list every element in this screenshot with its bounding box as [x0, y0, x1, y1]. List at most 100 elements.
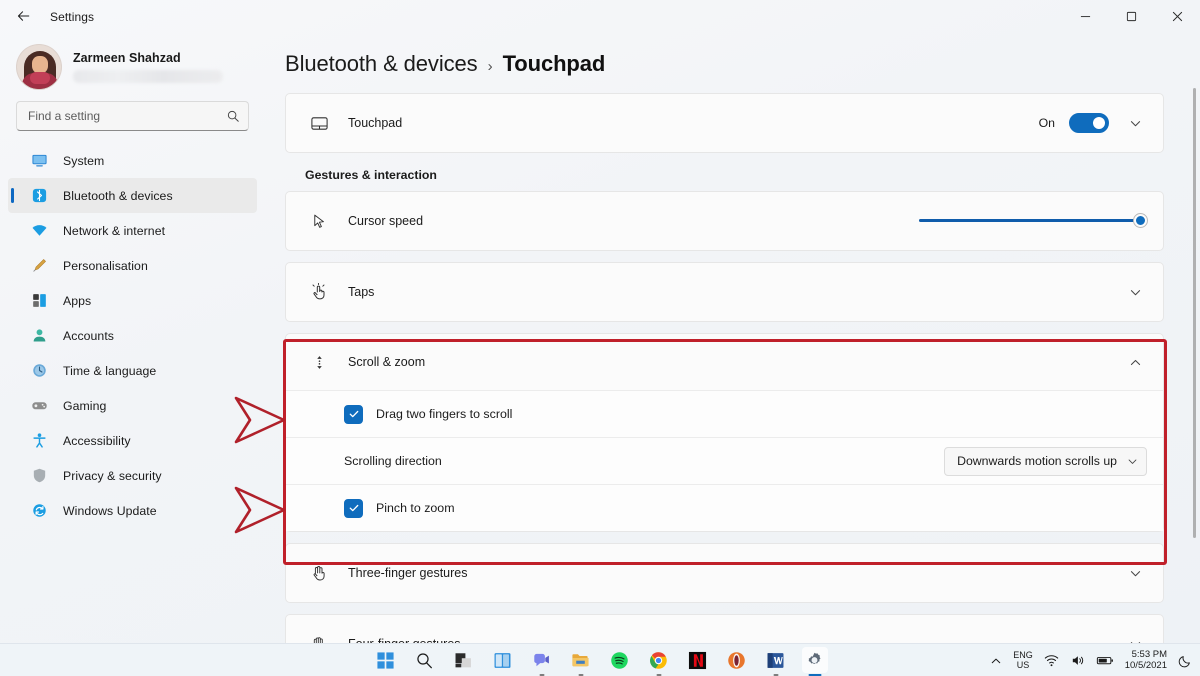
moon-icon[interactable]	[1178, 654, 1192, 668]
sidebar-item-label: Time & language	[63, 363, 157, 378]
tap-hand-icon	[308, 281, 330, 303]
breadcrumb-parent[interactable]: Bluetooth & devices	[285, 51, 478, 77]
scrolling-direction-dropdown[interactable]: Downwards motion scrolls up	[944, 446, 1147, 476]
drag-two-fingers-checkbox[interactable]	[344, 404, 363, 424]
cursor-speed-row: Cursor speed	[286, 192, 1163, 250]
file-explorer-icon[interactable]	[568, 647, 594, 676]
chevron-up-icon[interactable]	[1123, 350, 1147, 374]
taps-card: Taps	[285, 262, 1164, 322]
sidebar-item-system[interactable]: System	[8, 143, 257, 178]
shield-icon	[30, 467, 48, 485]
start-icon[interactable]	[373, 647, 399, 673]
back-arrow-icon	[17, 11, 29, 21]
maximize-button[interactable]	[1108, 0, 1154, 33]
scrolling-direction-row: Scrolling direction Downwards motion scr…	[286, 437, 1163, 484]
minimize-button[interactable]	[1062, 0, 1108, 33]
chevron-down-icon[interactable]	[1123, 632, 1147, 643]
chrome-icon[interactable]	[646, 647, 672, 676]
sidebar-item-accounts[interactable]: Accounts	[8, 318, 257, 353]
sidebar-item-label: Accessibility	[63, 433, 131, 448]
taps-row[interactable]: Taps	[286, 263, 1163, 321]
sidebar-item-network-internet[interactable]: Network & internet	[8, 213, 257, 248]
settings-icon[interactable]	[801, 647, 828, 676]
profile-email-redacted	[73, 70, 223, 83]
window-controls	[1062, 0, 1200, 33]
tray-overflow-button[interactable]	[990, 655, 1002, 667]
minimize-icon	[1080, 16, 1090, 18]
four-finger-icon	[308, 633, 330, 643]
touchpad-toggle[interactable]	[1069, 113, 1109, 133]
drag-two-fingers-row[interactable]: Drag two fingers to scroll	[286, 390, 1163, 437]
search-box[interactable]	[16, 101, 249, 131]
search-icon[interactable]	[412, 647, 438, 673]
taps-label: Taps	[348, 285, 375, 299]
task-view-icon[interactable]	[451, 647, 477, 673]
sidebar-item-gaming[interactable]: Gaming	[8, 388, 257, 423]
sidebar-item-label: Gaming	[63, 398, 107, 413]
window-title: Settings	[50, 9, 95, 24]
touchpad-label: Touchpad	[348, 116, 403, 130]
update-icon	[30, 502, 48, 520]
sidebar-item-accessibility[interactable]: Accessibility	[8, 423, 257, 458]
chevron-down-icon[interactable]	[1123, 280, 1147, 304]
touchpad-icon	[308, 112, 330, 134]
cursor-speed-slider[interactable]	[919, 211, 1147, 231]
sidebar-nav: System Bluetooth & devices Network & int…	[0, 141, 265, 528]
back-button[interactable]	[6, 2, 40, 32]
sidebar-item-label: Accounts	[63, 328, 114, 343]
title-bar: Settings	[0, 0, 1200, 33]
sidebar-item-bluetooth-devices[interactable]: Bluetooth & devices	[8, 178, 257, 213]
user-profile[interactable]: Zarmeen Shahzad	[0, 33, 265, 97]
gamepad-icon	[30, 397, 48, 415]
content-pane: Bluetooth & devices › Touchpad Touchpad …	[265, 33, 1200, 643]
pinch-to-zoom-checkbox[interactable]	[344, 498, 363, 518]
chevron-down-icon[interactable]	[1123, 561, 1147, 585]
touchpad-row[interactable]: Touchpad On	[286, 94, 1163, 152]
chevron-down-icon	[1127, 456, 1138, 467]
search-input[interactable]	[28, 109, 226, 123]
teams-icon[interactable]	[529, 647, 555, 676]
clock[interactable]: 5:53 PM 10/5/2021	[1124, 648, 1167, 672]
sidebar-item-label: Windows Update	[63, 503, 157, 518]
four-finger-row[interactable]: Four-finger gestures	[286, 615, 1163, 643]
clock-time: 5:53 PM	[1131, 648, 1167, 660]
three-finger-label: Three-finger gestures	[348, 566, 468, 580]
wifi-icon[interactable]	[1044, 653, 1059, 668]
pinch-to-zoom-row[interactable]: Pinch to zoom	[286, 484, 1163, 531]
sidebar-item-label: Privacy & security	[63, 468, 162, 483]
page-title: Touchpad	[502, 51, 606, 76]
widgets-icon[interactable]	[490, 647, 516, 673]
three-finger-row[interactable]: Three-finger gestures	[286, 544, 1163, 602]
content-scrollbar[interactable]	[1193, 88, 1196, 538]
sidebar-item-time-language[interactable]: Time & language	[8, 353, 257, 388]
clock-date: 10/5/2021	[1124, 659, 1167, 671]
breadcrumb-separator: ›	[487, 58, 493, 75]
sidebar-item-apps[interactable]: Apps	[8, 283, 257, 318]
netflix-icon[interactable]	[685, 647, 711, 673]
close-button[interactable]	[1154, 0, 1200, 33]
sidebar-item-label: Personalisation	[63, 258, 148, 273]
scroll-zoom-card: Scroll & zoom Drag two fingers to scroll…	[285, 333, 1164, 532]
sidebar-item-label: Apps	[63, 293, 92, 308]
bluetooth-icon	[30, 187, 48, 205]
scroll-updown-icon	[308, 351, 330, 373]
sidebar: Zarmeen Shahzad Find a setting System Bl…	[0, 33, 265, 643]
clock-icon	[30, 362, 48, 380]
monitor-icon	[30, 152, 48, 170]
sidebar-item-personalisation[interactable]: Personalisation	[8, 248, 257, 283]
battery-icon[interactable]	[1096, 653, 1114, 668]
word-icon[interactable]	[763, 647, 789, 676]
speaker-icon[interactable]	[1070, 653, 1085, 668]
spotify-icon[interactable]	[607, 647, 633, 673]
brush-icon	[30, 257, 48, 275]
close-icon	[1172, 11, 1182, 22]
touchpad-toggle-state: On	[1038, 116, 1055, 130]
chevron-down-icon[interactable]	[1123, 111, 1147, 135]
account-icon	[30, 327, 48, 345]
sidebar-item-windows-update[interactable]: Windows Update	[8, 493, 257, 528]
drag-two-fingers-label: Drag two fingers to scroll	[376, 407, 513, 421]
language-indicator[interactable]: ENG US	[1013, 650, 1033, 670]
sidebar-item-privacy-security[interactable]: Privacy & security	[8, 458, 257, 493]
opera-icon[interactable]	[724, 647, 750, 673]
scroll-zoom-header[interactable]: Scroll & zoom	[286, 334, 1163, 390]
